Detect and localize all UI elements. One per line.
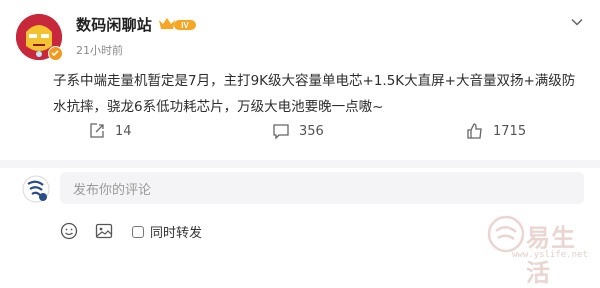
like-icon [467,123,482,139]
watermark-url: www.yslife.net [512,250,588,260]
like-count: 1715 [493,123,527,139]
share-count: 14 [115,123,132,139]
post-content: 子系中端走量机暂定是7月，主打9K级大容量单电芯+1.5K大直屏+大音量双扬+满… [53,73,576,115]
badge-level: IV [181,21,189,30]
repost-checkbox[interactable] [132,225,144,238]
comment-icon [273,124,289,140]
post-time: 21小时前 [76,44,123,57]
image-icon[interactable] [95,222,113,240]
comment-button[interactable]: 356 [272,122,324,140]
repost-label: 同时转发 [150,226,203,241]
comment-count: 356 [299,123,324,139]
author-name[interactable]: 数码闲聊站 [76,14,152,35]
share-button[interactable]: 14 [88,122,132,140]
user-avatar[interactable] [22,175,50,203]
verified-icon [48,46,63,61]
chevron-down-icon[interactable] [570,14,584,28]
comment-input[interactable]: 发布你的评论 [60,172,584,204]
emoji-icon[interactable] [60,222,78,240]
weibo-post: 数码闲聊站 IV 21小时前 子系中端走量机暂定是7月，主打9K级大容量单电芯+… [0,0,600,160]
divider [0,160,600,168]
watermark-logo [487,215,525,253]
like-button[interactable]: 1715 [466,122,526,140]
comment-placeholder: 发布你的评论 [73,182,152,198]
crown-icon[interactable]: IV [158,16,198,32]
share-icon [90,123,104,138]
repost-toggle[interactable]: 同时转发 [132,222,202,241]
watermark: 易生活 www.yslife.net [486,208,598,287]
